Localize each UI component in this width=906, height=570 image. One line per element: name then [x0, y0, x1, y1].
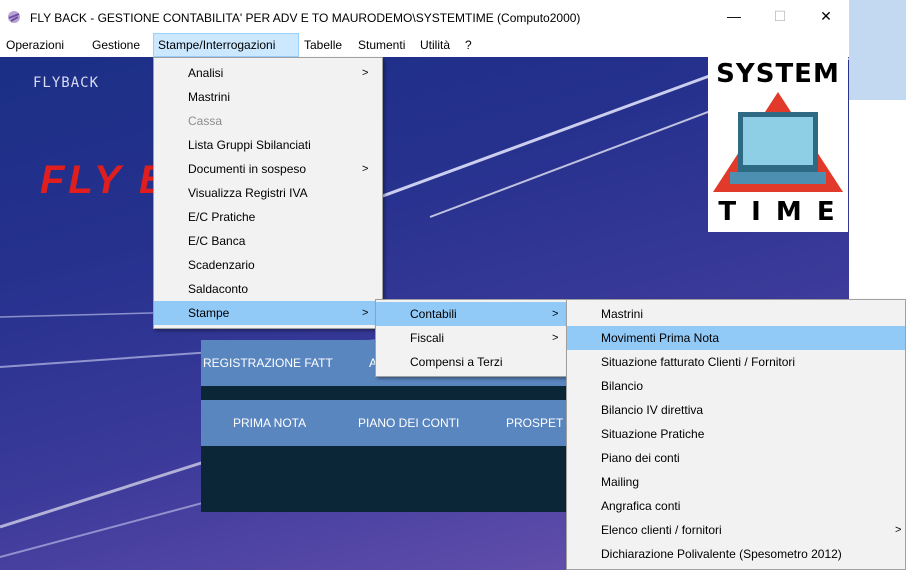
- prima-nota-button[interactable]: PRIMA NOTA: [233, 416, 306, 430]
- menu-item-compensi-a-terzi[interactable]: Compensi a Terzi: [376, 350, 570, 374]
- menu-item-mastrini[interactable]: Mastrini: [154, 85, 382, 109]
- chevron-right-icon: >: [552, 308, 559, 320]
- systemtime-logo: SYSTEM T I M E: [708, 57, 848, 232]
- chevron-right-icon: >: [552, 332, 559, 344]
- menu-item-cassa: Cassa: [188, 114, 223, 128]
- menu-item-bilancio-iv-direttiva[interactable]: Bilancio IV direttiva: [567, 398, 905, 422]
- menu-item-mastrini-contabili[interactable]: Mastrini: [567, 302, 905, 326]
- menu-stumenti[interactable]: Stumenti: [354, 33, 409, 57]
- button-row-2: PRIMA NOTA PIANO DEI CONTI PROSPET: [201, 400, 601, 446]
- menu-item-ec-pratiche[interactable]: E/C Pratiche: [154, 205, 382, 229]
- menu-help[interactable]: ?: [461, 33, 476, 57]
- menu-item-stampe[interactable]: Stampe >: [154, 301, 382, 325]
- menu-operazioni[interactable]: Operazioni: [2, 33, 68, 57]
- menu-contabili-submenu: Mastrini Movimenti Prima Nota Situazione…: [566, 299, 906, 570]
- menu-item-fiscali[interactable]: Fiscali >: [376, 326, 570, 350]
- menu-item-elenco-clienti-fornitori[interactable]: Elenco clienti / fornitori >: [567, 518, 905, 542]
- flyback-small-logo: FLYBACK: [33, 75, 100, 91]
- menu-stampe-submenu: Contabili > Fiscali > Compensi a Terzi: [375, 299, 571, 377]
- menu-item-documenti-in-sospeso[interactable]: Documenti in sospeso >: [154, 157, 382, 181]
- background-window-strip: [849, 0, 906, 100]
- chevron-right-icon: >: [362, 67, 369, 79]
- chevron-right-icon: >: [362, 163, 369, 175]
- window-title: FLY BACK - GESTIONE CONTABILITA' PER ADV…: [30, 11, 581, 25]
- minimize-button[interactable]: —: [711, 0, 757, 33]
- logo-text-top: SYSTEM: [716, 59, 840, 89]
- menu-item-movimenti-prima-nota[interactable]: Movimenti Prima Nota: [567, 326, 905, 350]
- menu-item-analisi[interactable]: Analisi >: [154, 61, 382, 85]
- prospetti-button[interactable]: PROSPET: [506, 416, 563, 430]
- menu-item-bilancio[interactable]: Bilancio: [567, 374, 905, 398]
- registrazione-fatture-button[interactable]: REGISTRAZIONE FATT: [203, 356, 333, 370]
- menu-utilita[interactable]: Utilità: [416, 33, 454, 57]
- menu-item-saldaconto[interactable]: Saldaconto: [154, 277, 382, 301]
- logo-text-bottom: T I M E: [718, 197, 838, 227]
- menu-stampe-interrogazioni-dropdown: Analisi > Mastrini Cassa Lista Gruppi Sbi…: [153, 57, 383, 329]
- menu-item-dichiarazione-polivalente[interactable]: Dichiarazione Polivalente (Spesometro 20…: [567, 542, 905, 566]
- menu-stampe-interrogazioni[interactable]: Stampe/Interrogazioni: [153, 33, 299, 57]
- menu-gestione[interactable]: Gestione: [88, 33, 144, 57]
- menu-item-scadenzario[interactable]: Scadenzario: [154, 253, 382, 277]
- piano-dei-conti-button[interactable]: PIANO DEI CONTI: [358, 416, 459, 430]
- menu-item-contabili[interactable]: Contabili >: [376, 302, 570, 326]
- close-button[interactable]: ✕: [803, 0, 849, 33]
- menu-item-piano-dei-conti[interactable]: Piano dei conti: [567, 446, 905, 470]
- menu-tabelle[interactable]: Tabelle: [300, 33, 346, 57]
- menu-item-angrafica-conti[interactable]: Angrafica conti: [567, 494, 905, 518]
- menu-bar: Operazioni Gestione Stampe/Interrogazion…: [0, 33, 849, 57]
- chevron-right-icon: >: [895, 524, 902, 536]
- menu-item-ec-banca[interactable]: E/C Banca: [154, 229, 382, 253]
- menu-item-mailing[interactable]: Mailing: [567, 470, 905, 494]
- logo-emblem: [713, 92, 843, 192]
- menu-item-situazione-fatturato[interactable]: Situazione fatturato Clienti / Fornitori: [567, 350, 905, 374]
- maximize-button[interactable]: ☐: [757, 0, 803, 33]
- menu-item-visualizza-registri-iva[interactable]: Visualizza Registri IVA: [154, 181, 382, 205]
- menu-item-situazione-pratiche[interactable]: Situazione Pratiche: [567, 422, 905, 446]
- title-bar: FLY BACK - GESTIONE CONTABILITA' PER ADV…: [0, 0, 849, 33]
- chevron-right-icon: >: [362, 307, 369, 319]
- menu-item-lista-gruppi-sbilanciati[interactable]: Lista Gruppi Sbilanciati: [154, 133, 382, 157]
- app-icon: [8, 11, 20, 23]
